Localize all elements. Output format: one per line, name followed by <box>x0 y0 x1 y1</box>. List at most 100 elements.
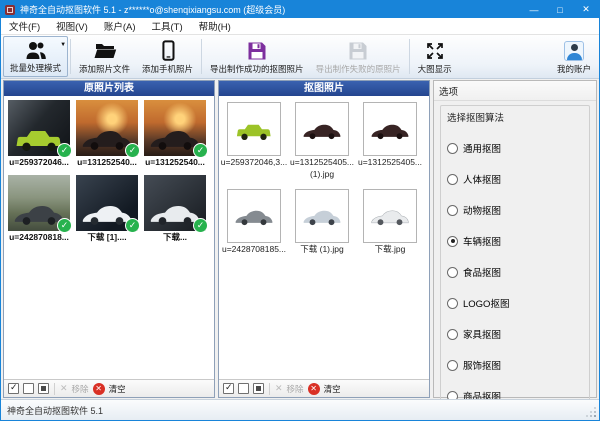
status-text: 神奇全自动抠图软件 5.1 <box>7 404 103 417</box>
photo-thumbnail[interactable]: ✓ 下载 [1].... <box>73 175 141 243</box>
original-panel-footer: ✕ 移除 ✕ 清空 <box>4 379 214 397</box>
photo-thumbnail[interactable]: ✓ u=242870818... <box>5 175 73 243</box>
photo-label: u=131252540... <box>145 158 205 168</box>
photo-image[interactable]: ✓ <box>8 175 70 231</box>
radio-furniture-matting[interactable]: 家具抠图 <box>447 327 583 341</box>
success-check-icon: ✓ <box>125 218 140 233</box>
cutout-photo-list[interactable]: u=259372046,3... u=1312525405... (1).jpg… <box>219 96 429 379</box>
menu-account[interactable]: 账户(A) <box>96 18 144 34</box>
cutout-panel-header: 抠图照片 <box>219 81 429 96</box>
remove-button: 移除 <box>72 383 89 395</box>
clear-icon: ✕ <box>308 383 320 395</box>
large-view-button[interactable]: 大图显示 <box>412 36 458 77</box>
original-photos-panel: 原照片列表 ✓ u=259372046... ✓ u=131252540... <box>3 80 215 398</box>
menu-tools[interactable]: 工具(T) <box>143 18 190 34</box>
clear-button[interactable]: 清空 <box>324 383 341 395</box>
add-phone-photos-button[interactable]: 添加手机照片 <box>136 36 199 77</box>
original-photo-list[interactable]: ✓ u=259372046... ✓ u=131252540... ✓ <box>4 96 214 379</box>
photo-thumbnail[interactable]: ✓ 下载... <box>141 175 209 243</box>
photo-thumbnail[interactable]: ✓ u=131252540... <box>141 100 209 168</box>
photo-image[interactable] <box>295 102 349 156</box>
add-photo-files-button[interactable]: 添加照片文件 <box>73 36 136 77</box>
radio-icon[interactable] <box>447 205 458 216</box>
photo-label: u=2428708185... <box>222 245 286 255</box>
remove-icon: ✕ <box>275 383 283 394</box>
radio-vehicle-matting[interactable]: 车辆抠图 <box>447 234 583 248</box>
photo-image[interactable] <box>227 102 281 156</box>
radio-icon[interactable] <box>447 143 458 154</box>
success-check-icon: ✓ <box>125 143 140 158</box>
radio-label: 服饰抠图 <box>463 358 501 372</box>
deselect-all-checkbox-icon[interactable] <box>238 383 249 394</box>
photo-thumbnail[interactable]: ✓ u=259372046... <box>5 100 73 168</box>
photo-image[interactable] <box>363 189 417 243</box>
maximize-button[interactable]: □ <box>547 1 573 18</box>
radio-human-matting[interactable]: 人体抠图 <box>447 172 583 186</box>
radio-icon[interactable] <box>447 298 458 309</box>
menu-help[interactable]: 帮助(H) <box>191 18 239 34</box>
radio-label: 通用抠图 <box>463 141 501 155</box>
export-success-button[interactable]: 导出制作成功的抠图照片 <box>204 36 310 77</box>
photo-image[interactable]: ✓ <box>76 175 138 231</box>
photo-label: u=242870818... <box>9 233 69 243</box>
main-area: 原照片列表 ✓ u=259372046... ✓ u=131252540... <box>1 79 599 399</box>
select-all-checkbox-icon[interactable] <box>8 383 19 394</box>
photo-image[interactable]: ✓ <box>76 100 138 156</box>
radio-clothing-matting[interactable]: 服饰抠图 <box>447 358 583 372</box>
radio-label: LOGO抠图 <box>463 296 509 310</box>
radio-icon[interactable] <box>447 267 458 278</box>
photo-image[interactable] <box>227 189 281 243</box>
photo-image[interactable] <box>363 102 417 156</box>
photo-label: u=259372046,3... <box>221 158 287 168</box>
invert-selection-checkbox-icon[interactable] <box>253 383 264 394</box>
minimize-button[interactable]: — <box>521 1 547 18</box>
export-success-label: 导出制作成功的抠图照片 <box>210 63 304 75</box>
radio-animal-matting[interactable]: 动物抠图 <box>447 203 583 217</box>
photo-label: 下载... <box>163 233 187 243</box>
radio-icon-selected[interactable] <box>447 236 458 247</box>
cutout-photos-panel: 抠图照片 u=259372046,3... u=1312525405... (1… <box>218 80 430 398</box>
photo-thumbnail[interactable]: 下载 (1).jpg <box>288 187 356 255</box>
radio-label: 家具抠图 <box>463 327 501 341</box>
radio-label: 人体抠图 <box>463 172 501 186</box>
radio-food-matting[interactable]: 食品抠图 <box>447 265 583 279</box>
batch-mode-button[interactable]: ▼ 批量处理模式 <box>3 36 68 77</box>
photo-thumbnail[interactable]: u=2428708185... <box>220 187 288 255</box>
photo-label: 下载 [1].... <box>87 233 126 243</box>
photo-thumbnail[interactable]: u=1312525405... (1).jpg <box>288 100 356 180</box>
users-icon <box>24 39 48 62</box>
invert-selection-checkbox-icon[interactable] <box>38 383 49 394</box>
close-button[interactable]: ✕ <box>573 1 599 18</box>
save-disk-disabled-icon <box>347 39 369 63</box>
menu-file[interactable]: 文件(F) <box>1 18 48 34</box>
my-account-label: 我的账户 <box>557 63 591 75</box>
radio-icon[interactable] <box>447 360 458 371</box>
resize-grip[interactable] <box>586 407 596 417</box>
radio-icon[interactable] <box>447 174 458 185</box>
success-check-icon: ✓ <box>193 143 208 158</box>
algorithm-groupbox: 选择抠图算法 通用抠图 人体抠图 动物抠图 车辆抠图 <box>440 105 590 412</box>
toolbar-separator <box>201 39 202 74</box>
photo-label: u=1312525405... <box>290 158 354 168</box>
algorithm-group-label: 选择抠图算法 <box>447 110 583 124</box>
menu-view[interactable]: 视图(V) <box>48 18 96 34</box>
photo-image[interactable] <box>295 189 349 243</box>
photo-image[interactable]: ✓ <box>144 175 206 231</box>
select-all-checkbox-icon[interactable] <box>223 383 234 394</box>
photo-thumbnail[interactable]: u=1312525405... <box>356 100 424 180</box>
menu-bar: 文件(F) 视图(V) 账户(A) 工具(T) 帮助(H) <box>1 18 599 35</box>
photo-thumbnail[interactable]: ✓ u=131252540... <box>73 100 141 168</box>
photo-thumbnail[interactable]: 下载.jpg <box>356 187 424 255</box>
my-account-button[interactable]: 我的账户 <box>551 36 597 77</box>
photo-image[interactable]: ✓ <box>144 100 206 156</box>
clear-button[interactable]: 清空 <box>109 383 126 395</box>
radio-universal-matting[interactable]: 通用抠图 <box>447 141 583 155</box>
save-disk-icon <box>246 39 268 63</box>
photo-thumbnail[interactable]: u=259372046,3... <box>220 100 288 180</box>
radio-logo-matting[interactable]: LOGO抠图 <box>447 296 583 310</box>
radio-icon[interactable] <box>447 329 458 340</box>
photo-image[interactable]: ✓ <box>8 100 70 156</box>
deselect-all-checkbox-icon[interactable] <box>23 383 34 394</box>
export-failed-label: 导出制作失败的原照片 <box>316 63 401 75</box>
title-bar[interactable]: 神奇全自动抠图软件 5.1 - z******o@shenqixiangsu.c… <box>1 1 599 18</box>
